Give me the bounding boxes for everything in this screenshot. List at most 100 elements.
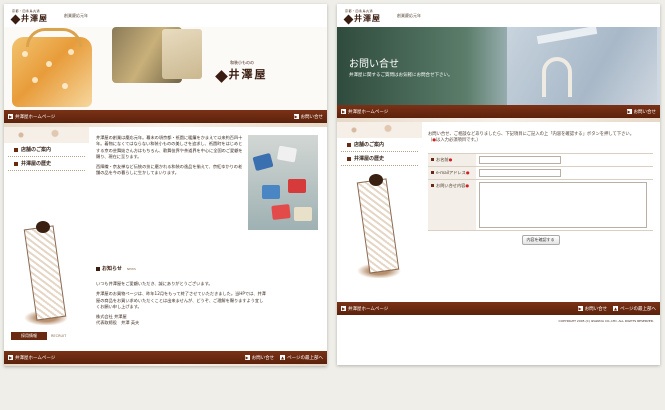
since-text: 創業慶応元年	[397, 13, 421, 18]
contact-page: 京都・四条烏丸通 井澤屋 創業慶応元年 お問い合せ 井澤屋に関するご質問はお気軽…	[337, 4, 660, 365]
main-body: 店舗のご案内 井澤屋の歴史 お問い合せ、ご相談などありましたら、下記項目にご記入…	[337, 122, 660, 302]
product-photo	[248, 135, 318, 230]
required-mark: ●	[465, 182, 469, 188]
email-label-text: e-mailアドレス	[436, 169, 466, 175]
news-heading: お知らせ NEWS	[96, 265, 136, 272]
sidebar-item-label: 井澤屋の歴史	[21, 161, 52, 167]
handbag-image	[12, 28, 92, 107]
sidebar: 店舗のご案内 井澤屋の歴史	[337, 122, 422, 302]
sidebar-item-label: 店舗のご案内	[354, 142, 385, 148]
square-icon	[96, 266, 100, 271]
intro-paragraph-2: 西陣織・京友禅など伝統の技に磨かれる和装の逸品を揃えて、京紅ゆかりの老舗の品を今…	[96, 164, 243, 176]
square-icon	[347, 142, 351, 147]
hero-subtitle: 井澤屋に関するご質問はお気軽にお問合せ下さい。	[349, 73, 453, 78]
footer-top-label: ページの最上部へ	[620, 306, 656, 312]
confirm-button[interactable]: 内容を確認する	[521, 234, 560, 245]
footer-contact-link[interactable]: ▶ お問い合せ	[244, 355, 275, 361]
tag-line: 和装小ものの	[230, 60, 254, 65]
footer-home-link[interactable]: ▶ 井澤屋ホームページ	[8, 355, 55, 361]
news-title: お知らせ	[102, 266, 122, 272]
nav-bar: ▶ 井澤屋ホームページ ▶ お問い合せ	[337, 105, 660, 118]
name-label-text: お名前	[436, 156, 449, 162]
arrow-icon: ▶	[293, 114, 299, 119]
nav-home-link[interactable]: ▶ 井澤屋ホームページ	[8, 114, 55, 120]
sidebar-item-store[interactable]: 店舗のご案内	[8, 143, 85, 157]
since-text: 創業慶応元年	[64, 13, 88, 18]
home-page: 京都・四条烏丸通 井澤屋 創業慶応元年 和装小ものの 井澤屋 ▶ 井澤屋ホームペー…	[4, 4, 327, 366]
brand-tag: 和装小ものの 井澤屋	[212, 60, 272, 83]
square-icon	[431, 157, 434, 161]
header: 京都・四条烏丸通 井澤屋 創業慶応元年	[4, 4, 327, 27]
arrow-icon: ▶	[577, 306, 583, 311]
decoration	[337, 122, 422, 138]
logo[interactable]: 京都・四条烏丸通 井澤屋	[10, 9, 48, 25]
footer-top-link[interactable]: ▲ ページの最上部へ	[613, 306, 656, 312]
square-icon	[14, 161, 18, 166]
news-body-1: いつも井澤屋をご愛顧いただき、誠にありがとうございます。	[96, 281, 213, 286]
arrow-icon: ▶	[341, 109, 346, 114]
sidebar-item-store[interactable]: 店舗のご案内	[341, 138, 418, 152]
diamond-icon	[214, 70, 228, 83]
decoration	[4, 127, 89, 143]
nav-contact-link[interactable]: ▶ お問い合せ	[293, 114, 324, 120]
email-input[interactable]	[479, 168, 561, 177]
brand-name: 井澤屋	[228, 68, 268, 81]
logo-name: 井澤屋	[354, 13, 381, 23]
name-input[interactable]	[479, 155, 561, 164]
sidebar-item-label: 店舗のご案内	[21, 147, 52, 153]
news-body-2: 井澤屋のお買物ページは、昨年12月をもって終了させていただきました。当HPでは、…	[96, 291, 266, 309]
nav-contact-link[interactable]: ▶ お問い合せ	[626, 109, 657, 115]
copyright: COPYRIGHT 2005 (C) IZAWAYA CO.,LTD. ALL …	[558, 319, 654, 323]
required-mark: ●	[448, 156, 453, 162]
ukiyoe-illustration	[349, 174, 409, 280]
diamond-icon	[10, 14, 21, 25]
email-label: e-mailアドレス●	[428, 166, 476, 179]
square-icon	[431, 170, 434, 174]
recruit-button[interactable]: 採用情報	[11, 332, 47, 340]
message-textarea[interactable]	[479, 181, 647, 228]
name-row: お名前●	[428, 152, 653, 166]
logo[interactable]: 京都・四条烏丸通 井澤屋	[343, 9, 381, 25]
square-icon	[431, 183, 434, 187]
arrow-icon: ▶	[626, 109, 632, 114]
nav-contact-label: お問い合せ	[300, 114, 324, 120]
news-en: NEWS	[126, 266, 136, 271]
hero-title: お問い合せ	[349, 59, 399, 70]
footer-contact-label: お問い合せ	[251, 355, 275, 361]
nav-contact-label: お問い合せ	[633, 109, 657, 115]
sidebar: 店舗のご案内 井澤屋の歴史	[4, 127, 89, 351]
footer-top-link[interactable]: ▲ ページの最上部へ	[280, 355, 323, 361]
intro-text: お問い合せ、ご相談などありましたら、下記項目にご記入の上「内容を確認する」ボタン…	[428, 132, 635, 137]
pouch-image-2	[162, 29, 202, 79]
footer-contact-link[interactable]: ▶ お問い合せ	[577, 306, 607, 312]
arrow-up-icon: ▲	[280, 355, 286, 360]
nav-home-label: 井澤屋ホームページ	[15, 114, 56, 120]
sidebar-item-history[interactable]: 井澤屋の歴史	[8, 157, 85, 171]
required-mark: ●	[465, 169, 470, 175]
diamond-icon	[343, 14, 354, 25]
logo-name: 井澤屋	[21, 13, 48, 23]
sidebar-item-label: 井澤屋の歴史	[354, 156, 385, 162]
nav-home-link[interactable]: ▶ 井澤屋ホームページ	[341, 109, 388, 115]
name-label: お名前●	[428, 153, 476, 166]
recruit-en: RECRUIT	[51, 334, 67, 338]
footer-home-label: 井澤屋ホームページ	[15, 355, 56, 361]
recruit-link[interactable]: 採用情報 RECRUIT	[11, 332, 66, 340]
sidebar-item-history[interactable]: 井澤屋の歴史	[341, 152, 418, 166]
ukiyoe-illustration	[16, 221, 76, 327]
hero-image: 和装小ものの 井澤屋	[4, 27, 327, 110]
intro-paragraph: 井澤屋の創業は慶応元年。幕末の頃京都・祇園に暖簾をかまえて以来約百四十年。着物に…	[96, 135, 243, 159]
nav-bar: ▶ 井澤屋ホームページ ▶ お問い合せ	[4, 110, 327, 123]
content: 井澤屋の創業は慶応元年。幕末の頃京都・祇園に暖簾をかまえて以来約百四十年。着物に…	[96, 135, 322, 325]
square-icon	[347, 156, 351, 161]
header: 京都・四条烏丸通 井澤屋 創業慶応元年	[337, 4, 660, 27]
form-intro: お問い合せ、ご相談などありましたら、下記項目にご記入の上「内容を確認する」ボタン…	[428, 132, 653, 145]
footer-home-link[interactable]: ▶ 井澤屋ホームページ	[341, 306, 388, 312]
main-body: 店舗のご案内 井澤屋の歴史 井澤屋の創業は慶応元年。幕末の頃京都・祇園に暖簾をか…	[4, 127, 327, 351]
arrow-icon: ▶	[8, 355, 13, 360]
required-text: は入力必須項目です。）	[436, 138, 481, 144]
arrow-icon: ▶	[8, 114, 13, 119]
ceo-name: 代表取締役 井澤 英夫	[96, 320, 140, 326]
square-icon	[14, 147, 18, 152]
divider	[4, 364, 327, 366]
